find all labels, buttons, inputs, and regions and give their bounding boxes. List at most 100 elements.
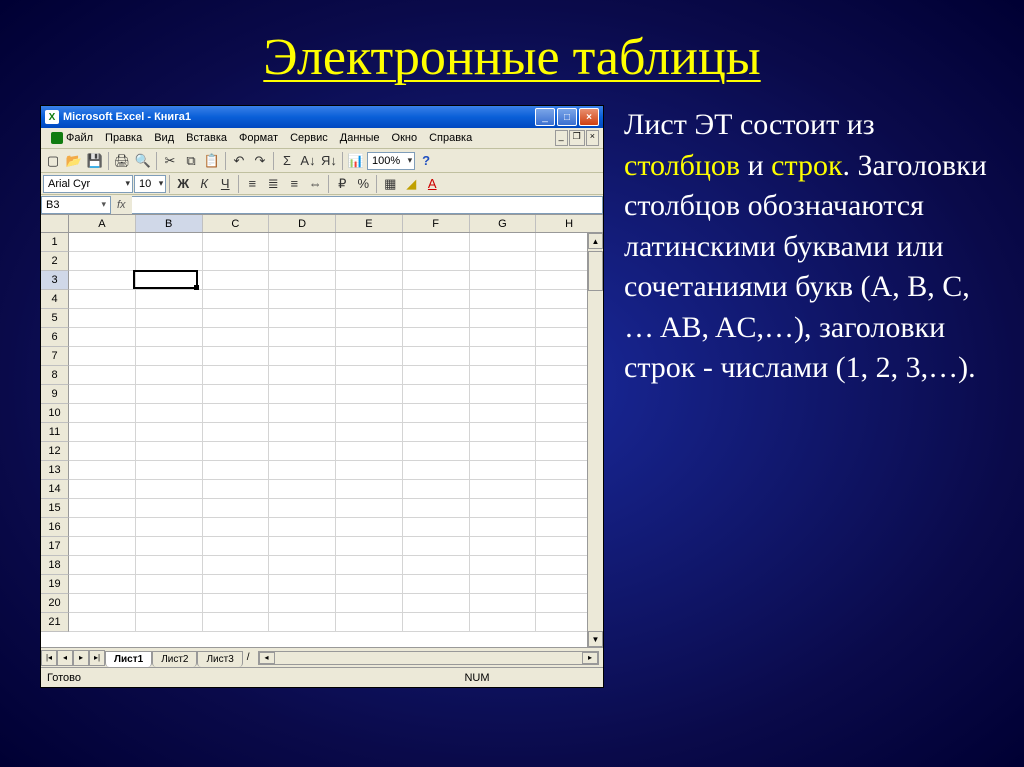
tab-last-button[interactable]: ▸| <box>89 650 105 666</box>
menu-view[interactable]: Вид <box>148 130 180 146</box>
row-header[interactable]: 3 <box>41 271 69 290</box>
cell[interactable] <box>403 461 470 480</box>
tab-first-button[interactable]: |◂ <box>41 650 57 666</box>
row-header[interactable]: 4 <box>41 290 69 309</box>
cell[interactable] <box>336 461 403 480</box>
autosum-icon[interactable]: Σ <box>277 151 297 171</box>
menu-file[interactable]: Файл <box>45 130 99 146</box>
row-header[interactable]: 5 <box>41 309 69 328</box>
cell[interactable] <box>203 366 270 385</box>
cell[interactable] <box>136 271 203 290</box>
undo-icon[interactable]: ↶ <box>229 151 249 171</box>
fx-icon[interactable]: fx <box>111 199 132 211</box>
cell[interactable] <box>269 499 336 518</box>
row-header[interactable]: 8 <box>41 366 69 385</box>
cell[interactable] <box>136 499 203 518</box>
cell[interactable] <box>403 423 470 442</box>
menu-edit[interactable]: Правка <box>99 130 148 146</box>
row-header[interactable]: 16 <box>41 518 69 537</box>
cell[interactable] <box>136 404 203 423</box>
cell[interactable] <box>336 594 403 613</box>
cell[interactable] <box>136 613 203 632</box>
cell[interactable] <box>136 556 203 575</box>
cell[interactable] <box>336 404 403 423</box>
cell[interactable] <box>336 290 403 309</box>
tab-prev-button[interactable]: ◂ <box>57 650 73 666</box>
cell[interactable] <box>69 423 136 442</box>
cell[interactable] <box>269 309 336 328</box>
cell[interactable] <box>269 328 336 347</box>
cell[interactable] <box>470 309 537 328</box>
bold-button[interactable]: Ж <box>173 174 193 194</box>
cell[interactable] <box>136 594 203 613</box>
font-color-icon[interactable]: A <box>422 174 442 194</box>
row-header[interactable]: 2 <box>41 252 69 271</box>
cell[interactable] <box>470 461 537 480</box>
cell[interactable] <box>336 537 403 556</box>
cell[interactable] <box>470 404 537 423</box>
cell[interactable] <box>470 556 537 575</box>
cell[interactable] <box>269 347 336 366</box>
scroll-left-button[interactable]: ◂ <box>259 652 275 664</box>
cell[interactable] <box>269 518 336 537</box>
doc-min-button[interactable]: _ <box>555 130 568 146</box>
cell[interactable] <box>470 328 537 347</box>
cell[interactable] <box>136 480 203 499</box>
cell[interactable] <box>136 461 203 480</box>
chart-icon[interactable]: 📊 <box>346 151 366 171</box>
cell[interactable] <box>136 290 203 309</box>
cell[interactable] <box>336 442 403 461</box>
align-center-icon[interactable]: ≣ <box>263 174 283 194</box>
cell[interactable] <box>403 480 470 499</box>
underline-button[interactable]: Ч <box>215 174 235 194</box>
cell[interactable] <box>403 271 470 290</box>
percent-icon[interactable]: % <box>353 174 373 194</box>
cell[interactable] <box>470 290 537 309</box>
cell[interactable] <box>269 594 336 613</box>
row-header[interactable]: 11 <box>41 423 69 442</box>
cell[interactable] <box>69 594 136 613</box>
cell[interactable] <box>470 613 537 632</box>
sort-desc-icon[interactable]: Я↓ <box>319 151 339 171</box>
cell[interactable] <box>336 233 403 252</box>
cell[interactable] <box>403 404 470 423</box>
cell[interactable] <box>269 480 336 499</box>
cell[interactable] <box>336 347 403 366</box>
cell[interactable] <box>203 461 270 480</box>
row-header[interactable]: 14 <box>41 480 69 499</box>
row-header[interactable]: 20 <box>41 594 69 613</box>
cell[interactable] <box>336 328 403 347</box>
cell[interactable] <box>69 480 136 499</box>
doc-restore-button[interactable]: ❐ <box>569 130 585 146</box>
cell[interactable] <box>470 442 537 461</box>
cell[interactable] <box>69 347 136 366</box>
scroll-down-button[interactable]: ▼ <box>588 631 603 647</box>
row-header[interactable]: 13 <box>41 461 69 480</box>
menu-format[interactable]: Формат <box>233 130 284 146</box>
merge-icon[interactable]: ⇔ <box>305 174 325 194</box>
column-header[interactable]: F <box>403 215 470 232</box>
cell[interactable] <box>403 385 470 404</box>
column-header[interactable]: H <box>536 215 603 232</box>
scroll-right-button[interactable]: ▸ <box>582 652 598 664</box>
cell[interactable] <box>403 252 470 271</box>
cell[interactable] <box>69 461 136 480</box>
cell[interactable] <box>136 385 203 404</box>
cell[interactable] <box>269 575 336 594</box>
cell[interactable] <box>203 423 270 442</box>
cell[interactable] <box>336 499 403 518</box>
cell[interactable] <box>69 575 136 594</box>
cell[interactable] <box>203 594 270 613</box>
cell[interactable] <box>470 594 537 613</box>
sheet-tab[interactable]: Лист2 <box>152 651 197 667</box>
cell[interactable] <box>203 290 270 309</box>
minimize-button[interactable]: _ <box>535 108 555 126</box>
cell[interactable] <box>69 385 136 404</box>
cell[interactable] <box>269 233 336 252</box>
cell[interactable] <box>136 252 203 271</box>
cell[interactable] <box>470 385 537 404</box>
cell[interactable] <box>336 252 403 271</box>
cell[interactable] <box>69 518 136 537</box>
cell[interactable] <box>203 499 270 518</box>
cell[interactable] <box>136 518 203 537</box>
